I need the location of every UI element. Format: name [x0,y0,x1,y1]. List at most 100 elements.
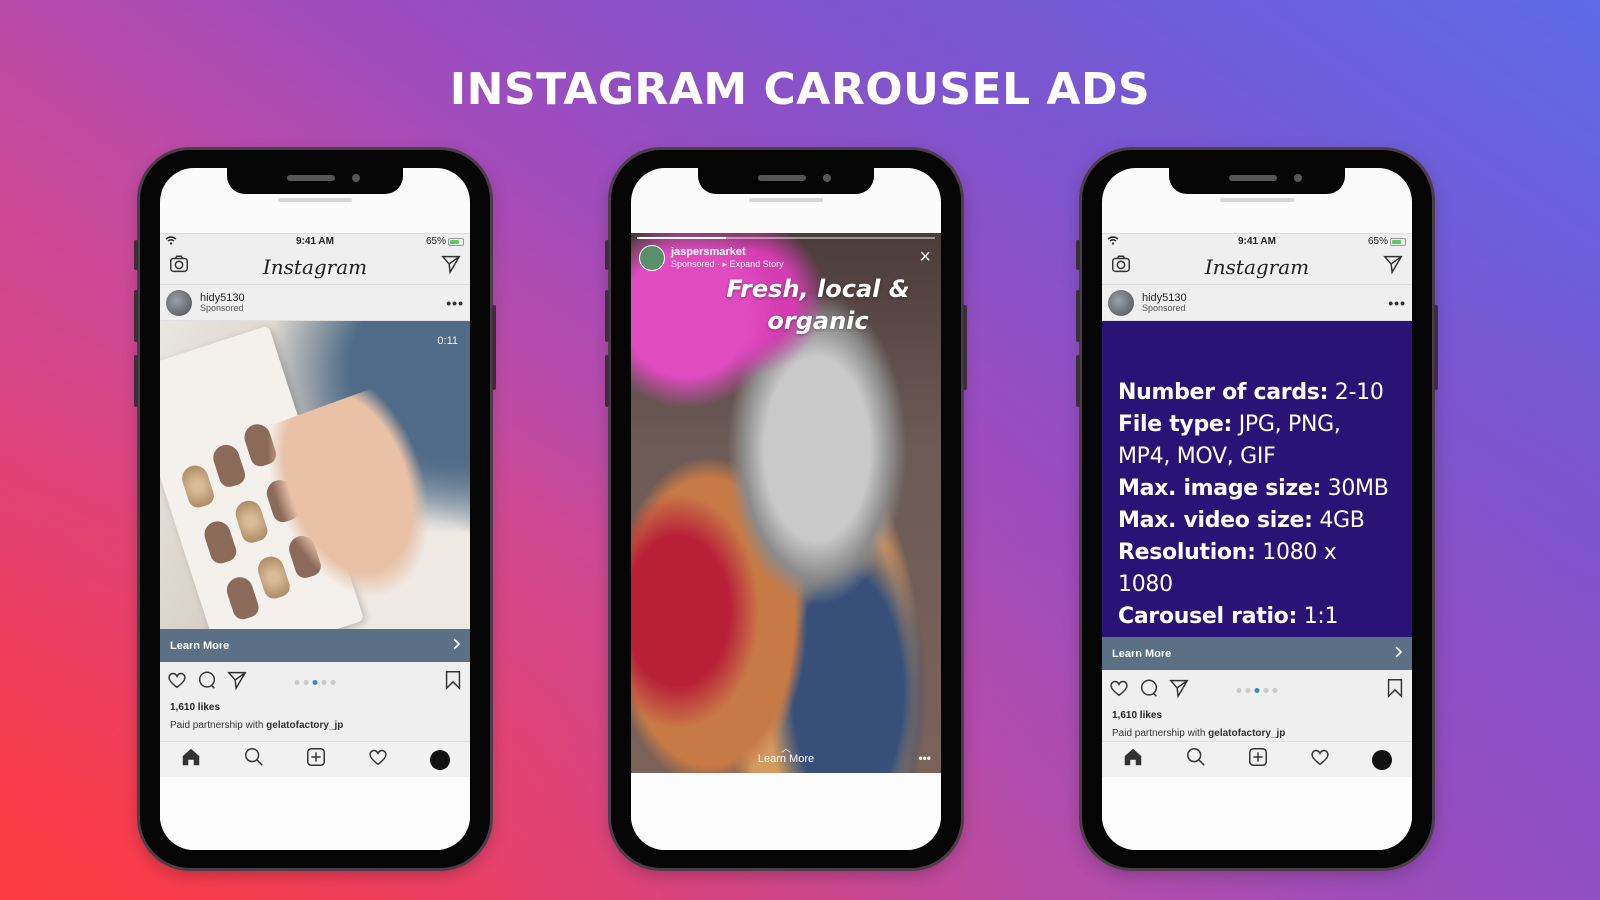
status-time: 9:41 AM [1238,236,1276,247]
story-header: jaspersmarket Sponsored · ▸ Expand Story [639,245,784,271]
search-icon[interactable] [1185,746,1207,773]
battery-indicator: 65% [1368,236,1406,247]
like-heart-icon[interactable] [1108,677,1130,704]
like-count[interactable]: 1,610 likes [160,702,470,720]
carousel-dot [1236,688,1242,693]
notch [227,168,403,194]
activity-heart-icon[interactable] [367,746,389,773]
carousel-dot [330,680,336,685]
spec-max-video-size: Max. video size: 4GB [1118,505,1396,537]
status-bar: 9:41 AM 65% [160,233,470,249]
learn-more-label: Learn More [170,639,230,652]
top-indicator [278,198,352,202]
phone-screen: 9:41 AM 65% Instagram hidy5130 Sponsored… [1102,168,1412,850]
add-post-icon[interactable] [1247,746,1269,773]
volume-up-button [605,290,609,342]
story-progress-bar [637,237,935,239]
volume-down-button [134,355,138,407]
home-icon[interactable] [180,746,202,773]
learn-more-button[interactable]: Learn More [160,629,470,662]
notch [1169,168,1345,194]
top-indicator [749,198,823,202]
activity-heart-icon[interactable] [1309,746,1331,773]
carousel-dot [1245,688,1251,693]
status-bar: 9:41 AM 65% [1102,233,1412,249]
battery-fill [450,239,459,244]
more-options-icon[interactable]: ••• [1388,295,1406,311]
partner-link[interactable]: gelatofactory_jp [266,720,343,731]
carousel-specs-card[interactable]: Number of cards: 2-10 File type: JPG, PN… [1102,321,1412,637]
story-ad[interactable]: jaspersmarket Sponsored · ▸ Expand Story… [631,233,941,773]
camera-icon[interactable] [1110,253,1132,280]
instagram-logo: Instagram [262,254,368,279]
speaker-grille [758,175,806,181]
avatar[interactable] [166,289,192,316]
caption-prefix: Paid partnership with [170,720,267,731]
instagram-logo: Instagram [1204,254,1310,279]
comment-icon[interactable] [1138,677,1160,704]
chevron-right-icon [452,638,461,653]
like-count[interactable]: 1,610 likes [1102,710,1412,728]
partner-link[interactable]: gelatofactory_jp [1208,728,1285,739]
camera-icon[interactable] [168,253,190,280]
story-headline-line-2: organic [767,307,869,336]
profile-icon[interactable] [429,749,450,770]
post-username[interactable]: hidy5130 [200,292,446,304]
speaker-grille [287,175,335,181]
home-indicator-area [1102,777,1412,850]
post-username[interactable]: hidy5130 [1142,292,1388,304]
expand-story-link[interactable]: ▸ Expand Story [723,259,784,269]
add-post-icon[interactable] [305,746,327,773]
bookmark-icon[interactable] [442,669,464,696]
comment-icon[interactable] [196,669,218,696]
battery-percent: 65% [1367,236,1388,247]
swipe-up-learn-more[interactable]: ︿ Learn More [631,745,941,766]
status-time: 9:41 AM [296,236,334,247]
spec-max-image-size: Max. image size: 30MB [1118,473,1396,505]
avatar[interactable] [1108,289,1134,316]
phone-screen: 9:41 AM 65% Instagram hidy5130 Sponsored… [160,168,470,850]
spec-value: 4GB [1312,508,1365,533]
home-indicator-area [631,773,941,850]
share-icon[interactable] [1168,677,1190,704]
like-heart-icon[interactable] [166,669,188,696]
phone-mockup-specs: 9:41 AM 65% Instagram hidy5130 Sponsored… [1076,150,1438,868]
spec-file-type: File type: JPG, PNG, MP4, MOV, GIF [1118,409,1396,473]
spec-value: 2-10 [1328,380,1384,405]
more-options-icon[interactable]: ••• [446,295,464,311]
front-camera [823,174,831,182]
home-icon[interactable] [1122,746,1144,773]
profile-icon[interactable] [1371,749,1392,770]
post-media-video[interactable]: 0:11 [160,321,470,629]
story-avatar[interactable] [639,245,665,271]
page-title: INSTAGRAM CAROUSEL ADS [449,64,1151,115]
direct-send-icon[interactable] [440,253,462,280]
instagram-navbar: Instagram [160,249,470,285]
spec-key: File type: [1118,412,1233,437]
power-button [1434,305,1438,390]
volume-up-button [1076,290,1080,342]
instagram-app: 9:41 AM 65% Instagram hidy5130 Sponsored… [1102,233,1412,850]
sponsored-label: Sponsored [200,302,244,313]
more-options-icon[interactable]: ••• [918,751,931,765]
carousel-dot-active [1254,688,1260,693]
learn-more-button[interactable]: Learn More [1102,637,1412,670]
story-username[interactable]: jaspersmarket [671,246,784,258]
battery-icon [1390,237,1406,246]
bottom-navigation [1102,741,1412,777]
carousel-dot-active [312,680,318,685]
power-button [963,305,967,390]
battery-percent: 65% [425,236,446,247]
direct-send-icon[interactable] [1382,253,1404,280]
spec-value: 30MB [1320,476,1389,501]
share-icon[interactable] [226,669,248,696]
search-icon[interactable] [243,746,265,773]
chevron-right-icon [1394,646,1403,661]
post-actions [160,662,470,702]
paid-partnership-caption: Paid partnership with gelatofactory_jp [160,720,470,738]
carousel-dot [303,680,309,685]
battery-indicator: 65% [426,236,464,247]
learn-more-label: Learn More [757,753,815,765]
bookmark-icon[interactable] [1384,677,1406,704]
close-icon[interactable]: × [919,247,931,267]
